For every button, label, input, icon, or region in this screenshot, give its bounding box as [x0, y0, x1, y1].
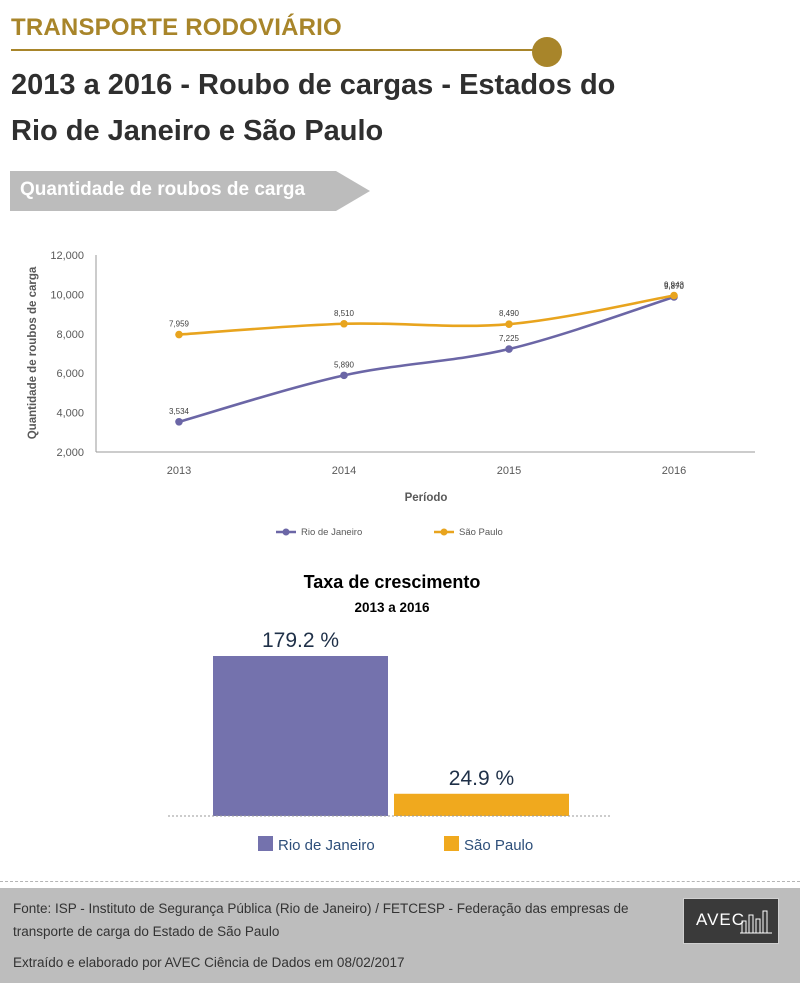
legend-label: São Paulo — [464, 837, 533, 854]
data-label: 5,890 — [334, 360, 355, 369]
kicker-rule — [11, 49, 535, 51]
data-point — [340, 319, 348, 328]
data-label: 3,534 — [169, 407, 190, 416]
legend-label: Rio de Janeiro — [301, 527, 362, 538]
bar-value-label: 179.2 % — [262, 629, 339, 652]
x-tick-label: 2013 — [167, 465, 191, 477]
series-line-sp — [178, 294, 675, 336]
footer: Fonte: ISP - Instituto de Segurança Públ… — [0, 888, 800, 983]
y-tick-label: 12,000 — [50, 250, 84, 262]
bar-chart-subtitle: 2013 a 2016 — [354, 600, 430, 615]
section-banner: Quantidade de roubos de carga — [10, 171, 370, 211]
x-axis: 2013 2014 2015 2016 — [96, 451, 755, 477]
legend-swatch — [444, 836, 459, 851]
legend-label: São Paulo — [459, 527, 503, 538]
x-tick-label: 2014 — [332, 465, 356, 477]
data-label: 7,959 — [169, 320, 190, 329]
x-tick-label: 2016 — [662, 465, 686, 477]
footer-credit: Extraído e elaborado por AVEC Ciência de… — [13, 955, 405, 970]
data-point — [175, 330, 183, 339]
x-tick-label: 2015 — [497, 465, 521, 477]
data-label: 7,225 — [499, 334, 520, 343]
line-chart: 2,0004,0006,0008,00010,00012,000 2013 201… — [27, 250, 755, 538]
x-axis-title: Período — [405, 492, 448, 504]
avec-logo: AVEC — [683, 898, 779, 944]
section-kicker: TRANSPORTE RODOVIÁRIO — [11, 14, 342, 41]
section-banner-label: Quantidade de roubos de carga — [20, 179, 306, 200]
y-tick-label: 2,000 — [56, 447, 84, 459]
y-axis-title: Quantidade de roubos de carga — [27, 266, 39, 439]
bar-chart: Taxa de crescimento 2013 a 2016 179.2 % 2… — [168, 572, 612, 854]
series-line-rio — [178, 295, 675, 424]
bars-group: 179.2 % 24.9 % — [168, 629, 612, 817]
footer-separator — [0, 881, 800, 882]
y-axis: 2,000 4,000 6,000 8,000 10,000 12,000 — [50, 250, 97, 459]
legend-swatch-marker — [282, 528, 290, 536]
series-group: 3,5345,8907,2259,8707,9598,510 8,4909,943 — [169, 281, 685, 426]
bar-chart-title: Taxa de crescimento — [304, 572, 481, 592]
legend-swatch-marker — [440, 528, 448, 536]
legend-label: Rio de Janeiro — [278, 837, 375, 854]
logo-text: AVEC — [696, 910, 746, 929]
bar-chart-icon — [740, 910, 772, 934]
y-tick-label: 8,000 — [56, 329, 84, 341]
y-tick-label: 6,000 — [56, 368, 84, 380]
data-point — [175, 417, 183, 426]
bar-legend: Rio de Janeiro São Paulo — [258, 836, 533, 854]
bar-rio — [213, 656, 388, 816]
legend-swatch — [258, 836, 273, 851]
data-label: 8,490 — [499, 309, 520, 318]
bar-sp — [394, 793, 569, 816]
data-point — [670, 291, 678, 300]
bar-value-label: 24.9 % — [449, 767, 514, 790]
data-point — [505, 345, 513, 353]
data-point — [505, 320, 513, 328]
data-point — [340, 371, 348, 380]
data-label: 9,943 — [664, 281, 685, 290]
page-title: 2013 a 2016 - Roubo de cargas - Estados … — [11, 69, 616, 147]
footer-source: Fonte: ISP - Instituto de Segurança Públ… — [13, 901, 629, 939]
data-label: 8,510 — [334, 309, 355, 318]
y-tick-label: 10,000 — [50, 289, 84, 301]
y-tick-label: 4,000 — [56, 408, 84, 420]
legend: Rio de Janeiro São Paulo — [276, 527, 503, 538]
